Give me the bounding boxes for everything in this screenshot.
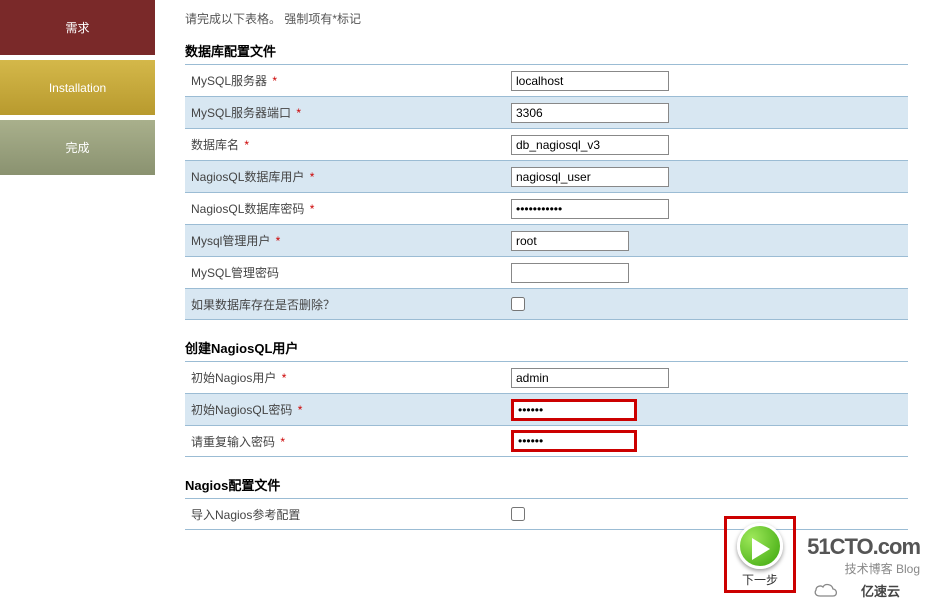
required-mark: *	[272, 234, 280, 248]
cloud-icon	[812, 582, 840, 600]
intro-text: 请完成以下表格。 强制项有*标记	[185, 10, 908, 27]
input-init-user[interactable]	[511, 368, 669, 388]
label-init-pass: 初始NagiosQL密码	[191, 403, 292, 417]
row-admin-user: Mysql管理用户 *	[185, 224, 908, 256]
row-admin-pass: MySQL管理密码	[185, 256, 908, 288]
main-content: 请完成以下表格。 强制项有*标记 数据库配置文件 MySQL服务器 * MySQ…	[155, 0, 928, 530]
label-db-user: NagiosQL数据库用户	[191, 170, 304, 184]
label-mysql-server: MySQL服务器	[191, 74, 267, 88]
required-mark: *	[241, 138, 249, 152]
user-section-title: 创建NagiosQL用户	[185, 338, 908, 357]
row-db-user: NagiosQL数据库用户 *	[185, 160, 908, 192]
nav-done[interactable]: 完成	[0, 120, 155, 175]
label-confirm-pass: 请重复输入密码	[191, 435, 275, 449]
input-db-name[interactable]	[511, 135, 669, 155]
row-confirm-pass: 请重复输入密码 *	[185, 425, 908, 457]
next-button[interactable]	[737, 523, 783, 569]
required-mark: *	[277, 435, 285, 449]
watermark-small: 技术博客 Blog	[807, 560, 920, 577]
required-mark: *	[269, 74, 277, 88]
required-mark: *	[294, 403, 302, 417]
input-db-user[interactable]	[511, 167, 669, 187]
label-import-nagios: 导入Nagios参考配置	[191, 508, 300, 522]
input-admin-user[interactable]	[511, 231, 629, 251]
label-db-pass: NagiosQL数据库密码	[191, 202, 304, 216]
label-db-name: 数据库名	[191, 138, 239, 152]
required-mark: *	[278, 371, 286, 385]
row-mysql-port: MySQL服务器端口 *	[185, 96, 908, 128]
row-drop-db: 如果数据库存在是否删除？	[185, 288, 908, 320]
row-mysql-server: MySQL服务器 *	[185, 64, 908, 96]
db-section-title: 数据库配置文件	[185, 41, 908, 60]
label-admin-user: Mysql管理用户	[191, 234, 270, 248]
row-import-nagios: 导入Nagios参考配置	[185, 498, 908, 530]
row-init-pass: 初始NagiosQL密码 *	[185, 393, 908, 425]
required-mark: *	[306, 170, 314, 184]
row-db-name: 数据库名 *	[185, 128, 908, 160]
input-confirm-pass[interactable]	[511, 430, 637, 452]
next-step-wrap: 下一步	[724, 516, 796, 593]
input-db-pass[interactable]	[511, 199, 669, 219]
input-mysql-port[interactable]	[511, 103, 669, 123]
required-mark: *	[306, 202, 314, 216]
label-init-user: 初始Nagios用户	[191, 371, 276, 385]
label-admin-pass: MySQL管理密码	[191, 266, 279, 280]
next-label: 下一步	[737, 571, 783, 588]
checkbox-drop-db[interactable]	[511, 297, 525, 311]
row-db-pass: NagiosQL数据库密码 *	[185, 192, 908, 224]
input-admin-pass[interactable]	[511, 263, 629, 283]
required-mark: *	[293, 106, 301, 120]
nagios-section-title: Nagios配置文件	[185, 475, 908, 494]
watermark-big: 51CTO.com	[807, 534, 920, 560]
nav-requirements[interactable]: 需求	[0, 0, 155, 55]
input-mysql-server[interactable]	[511, 71, 669, 91]
nav-installation[interactable]: Installation	[0, 60, 155, 115]
label-drop-db: 如果数据库存在是否删除？	[191, 298, 335, 312]
checkbox-import-nagios[interactable]	[511, 507, 525, 521]
watermark-yisu: 亿速云	[861, 581, 900, 600]
watermark-51cto: 51CTO.com 技术博客 Blog	[807, 534, 920, 577]
input-init-pass[interactable]	[511, 399, 637, 421]
label-mysql-port: MySQL服务器端口	[191, 106, 291, 120]
sidebar: 需求 Installation 完成	[0, 0, 155, 530]
row-init-user: 初始Nagios用户 *	[185, 361, 908, 393]
